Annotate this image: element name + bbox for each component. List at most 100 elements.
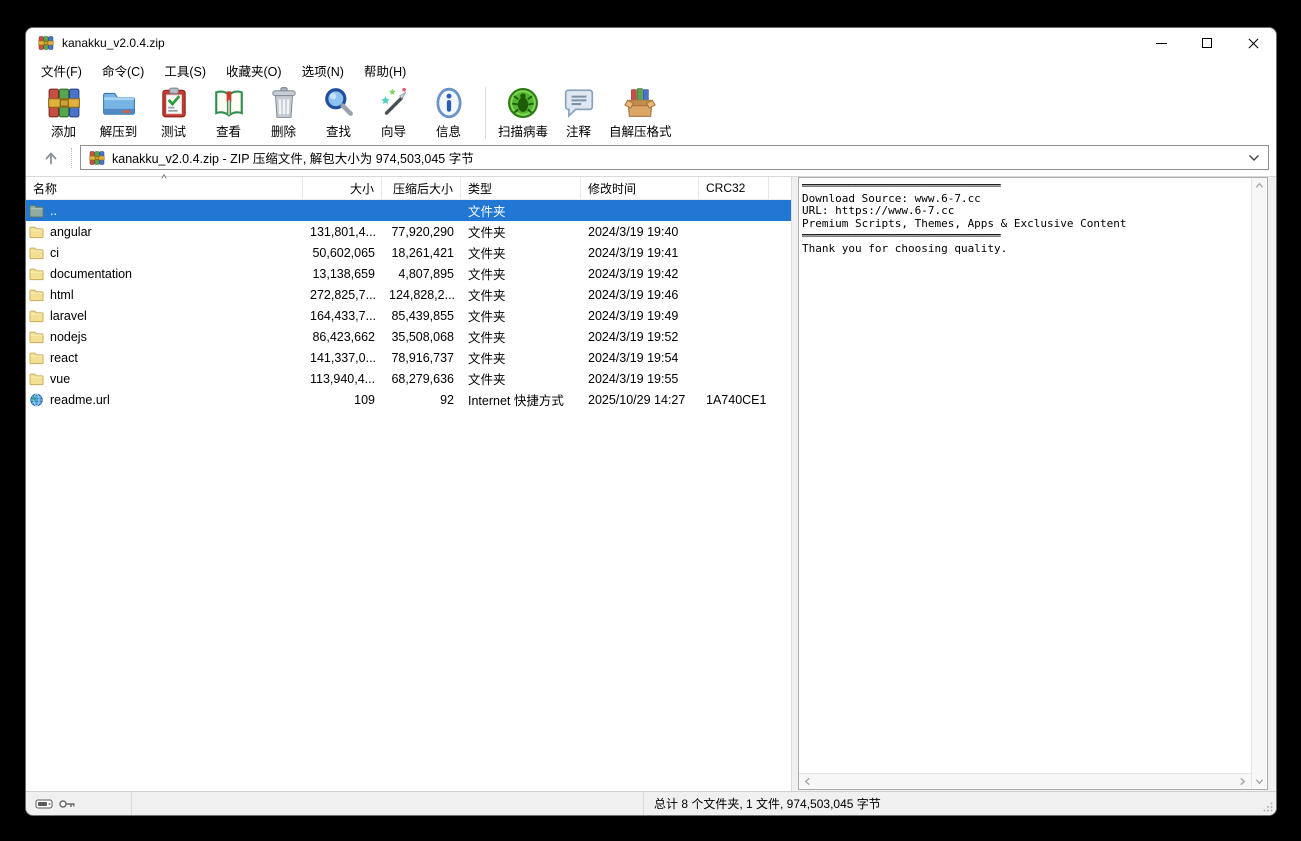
file-name-cell: ci (26, 246, 303, 260)
file-modified-cell: 2024/3/19 19:46 (581, 288, 699, 302)
resize-grip-icon[interactable] (1263, 802, 1273, 812)
file-name-cell: html (26, 288, 303, 302)
wizard-button[interactable]: 向导 (366, 86, 421, 140)
trash-icon (267, 86, 301, 120)
find-button-label: 查找 (326, 121, 351, 140)
test-button-label: 测试 (161, 121, 186, 140)
url-icon (29, 393, 44, 407)
extract-to-button[interactable]: 解压到 (91, 86, 146, 140)
archive-comment: ══════════════════════════════ Download … (799, 178, 1251, 773)
status-total-text: 总计 8 个文件夹, 1 文件, 974,503,045 字节 (644, 795, 1276, 812)
folder-up-icon (29, 204, 44, 218)
view-button[interactable]: 查看 (201, 86, 256, 140)
file-type-cell: 文件夹 (461, 264, 581, 283)
minimize-icon (1156, 43, 1167, 44)
status-icons (26, 792, 132, 815)
table-row[interactable]: angular131,801,4...77,920,290文件夹2024/3/1… (26, 221, 791, 242)
scroll-left-icon[interactable] (803, 777, 812, 786)
scroll-down-icon[interactable] (1255, 777, 1264, 786)
archive-path-combobox[interactable]: kanakku_v2.0.4.zip - ZIP 压缩文件, 解包大小为 974… (80, 145, 1269, 170)
table-row[interactable]: html272,825,7...124,828,2...文件夹2024/3/19… (26, 284, 791, 305)
file-size-cell: 109 (303, 393, 382, 407)
file-name-cell: react (26, 351, 303, 365)
comment-horizontal-scrollbar[interactable] (799, 773, 1251, 789)
window-title: kanakku_v2.0.4.zip (62, 36, 165, 50)
sort-ascending-indicator: ^ (161, 173, 166, 185)
status-middle-section (132, 792, 644, 815)
file-size-cell: 131,801,4... (303, 225, 382, 239)
window-controls (1138, 28, 1276, 58)
column-header-packed-size[interactable]: 压缩后大小 (382, 177, 461, 199)
find-button[interactable]: 查找 (311, 86, 366, 140)
file-packed-cell: 35,508,068 (382, 330, 461, 344)
up-one-level-button[interactable] (36, 146, 66, 170)
folder-icon (29, 267, 44, 281)
folder-icon (29, 309, 44, 323)
minimize-button[interactable] (1138, 28, 1184, 58)
file-size-cell: 50,602,065 (303, 246, 382, 260)
comment-panel: ══════════════════════════════ Download … (798, 177, 1268, 790)
wand-icon (377, 86, 411, 120)
table-row[interactable]: react141,337,0...78,916,737文件夹2024/3/19 … (26, 347, 791, 368)
view-book-icon (212, 86, 246, 120)
table-row[interactable]: laravel164,433,7...85,439,855文件夹2024/3/1… (26, 305, 791, 326)
menu-favorites[interactable]: 收藏夹(O) (216, 58, 292, 83)
column-header-crc32[interactable]: CRC32 (699, 177, 769, 199)
test-button[interactable]: 测试 (146, 86, 201, 140)
main-area: 名称^大小压缩后大小类型修改时间CRC32 ..文件夹angular131,80… (26, 176, 1276, 791)
column-header-size[interactable]: 大小 (303, 177, 382, 199)
scan-virus-button[interactable]: 扫描病毒 (495, 86, 551, 140)
menu-bar: 文件(F)命令(C)工具(S)收藏夹(O)选项(N)帮助(H) (26, 58, 1276, 83)
view-button-label: 查看 (216, 121, 241, 140)
file-size-cell: 13,138,659 (303, 267, 382, 281)
table-row[interactable]: readme.url10992Internet 快捷方式2025/10/29 1… (26, 389, 791, 410)
table-row[interactable]: documentation13,138,6594,807,895文件夹2024/… (26, 263, 791, 284)
folder-icon (29, 351, 44, 365)
menu-commands[interactable]: 命令(C) (92, 58, 154, 83)
address-separator (71, 148, 72, 168)
menu-help[interactable]: 帮助(H) (354, 58, 416, 83)
menu-tools[interactable]: 工具(S) (154, 58, 216, 83)
delete-button[interactable]: 删除 (256, 86, 311, 140)
sfx-box-icon (623, 86, 657, 120)
info-button[interactable]: 信息 (421, 86, 476, 140)
chevron-down-icon[interactable] (1248, 154, 1260, 162)
file-rows: ..文件夹angular131,801,4...77,920,290文件夹202… (26, 200, 791, 791)
file-packed-cell: 85,439,855 (382, 309, 461, 323)
table-row[interactable]: ..文件夹 (26, 200, 791, 221)
toolbar-separator (485, 87, 486, 139)
sfx-button[interactable]: 自解压格式 (606, 86, 675, 140)
table-row[interactable]: ci50,602,06518,261,421文件夹2024/3/19 19:41 (26, 242, 791, 263)
table-row[interactable]: vue113,940,4...68,279,636文件夹2024/3/19 19… (26, 368, 791, 389)
file-type-cell: 文件夹 (461, 243, 581, 262)
add-button[interactable]: 添加 (36, 86, 91, 140)
up-arrow-icon (43, 150, 59, 166)
wizard-button-label: 向导 (381, 121, 406, 140)
column-header-type[interactable]: 类型 (461, 177, 581, 199)
comment-button[interactable]: 注释 (551, 86, 606, 140)
table-row[interactable]: nodejs86,423,66235,508,068文件夹2024/3/19 1… (26, 326, 791, 347)
info-button-label: 信息 (436, 121, 461, 140)
file-modified-cell: 2024/3/19 19:55 (581, 372, 699, 386)
comment-vertical-scrollbar[interactable] (1251, 178, 1267, 789)
maximize-button[interactable] (1184, 28, 1230, 58)
winrar-window: kanakku_v2.0.4.zip 文件(F)命令(C)工具(S)收藏夹(O)… (25, 27, 1277, 816)
column-header-modified[interactable]: 修改时间 (581, 177, 699, 199)
file-name-cell: angular (26, 225, 303, 239)
folder-icon (29, 372, 44, 386)
menu-options[interactable]: 选项(N) (292, 58, 354, 83)
scroll-right-icon[interactable] (1238, 777, 1247, 786)
folder-icon (29, 330, 44, 344)
close-button[interactable] (1230, 28, 1276, 58)
menu-file[interactable]: 文件(F) (31, 58, 92, 83)
column-header-name[interactable]: 名称^ (26, 177, 303, 199)
file-modified-cell: 2024/3/19 19:49 (581, 309, 699, 323)
file-size-cell: 113,940,4... (303, 372, 382, 386)
winrar-app-icon (38, 35, 54, 51)
file-type-cell: 文件夹 (461, 348, 581, 367)
archive-icon (89, 150, 105, 166)
file-type-cell: 文件夹 (461, 327, 581, 346)
scroll-up-icon[interactable] (1255, 181, 1264, 190)
file-size-cell: 86,423,662 (303, 330, 382, 344)
magnifier-icon (322, 86, 356, 120)
